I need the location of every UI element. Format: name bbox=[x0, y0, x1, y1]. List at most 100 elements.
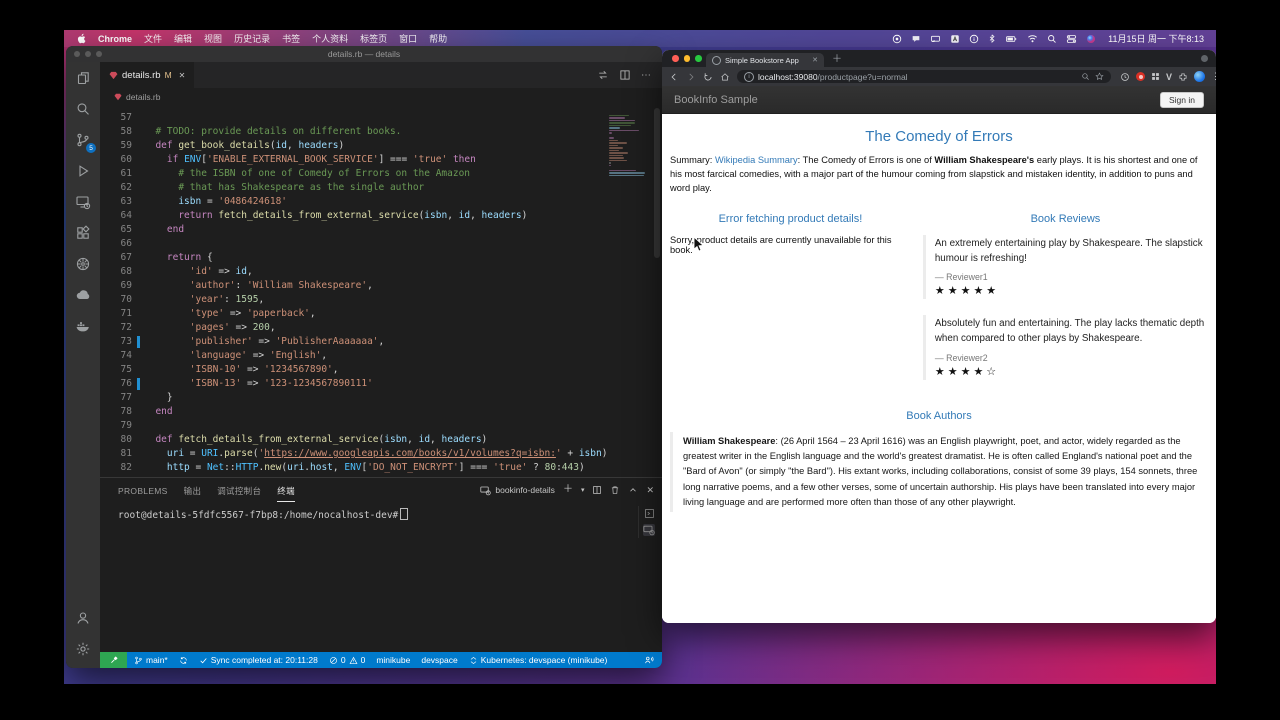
panel-tab[interactable]: 终端 bbox=[277, 479, 295, 502]
code-line[interactable]: 81 uri = URI.parse('https://www.googleap… bbox=[100, 447, 662, 461]
menubar-item[interactable]: 历史记录 bbox=[234, 32, 270, 45]
screen-mirroring-icon[interactable] bbox=[930, 34, 941, 44]
code-line[interactable]: 72 'pages' => 200, bbox=[100, 321, 662, 335]
forward-button[interactable] bbox=[686, 72, 696, 82]
close-window-button[interactable] bbox=[672, 55, 679, 62]
code-line[interactable]: 58 # TODO: provide details on different … bbox=[100, 125, 662, 139]
code-line[interactable]: 57 bbox=[100, 111, 662, 125]
kill-terminal-icon[interactable] bbox=[610, 485, 620, 495]
docker-icon[interactable] bbox=[66, 310, 100, 341]
terminal-content[interactable]: root@details-5fdfc5567-f7bp8:/home/nocal… bbox=[100, 502, 662, 652]
navbar-brand[interactable]: BookInfo Sample bbox=[674, 94, 758, 106]
code-line[interactable]: 65 end bbox=[100, 223, 662, 237]
new-terminal-icon[interactable]: ＋ bbox=[563, 485, 573, 495]
chrome-menu-icon[interactable]: ⋮ bbox=[1211, 71, 1216, 82]
compare-changes-icon[interactable] bbox=[597, 69, 609, 81]
run-debug-icon[interactable] bbox=[66, 155, 100, 186]
info-circle-icon[interactable] bbox=[969, 34, 979, 44]
wikipedia-link[interactable]: Wikipedia Summary bbox=[715, 155, 798, 165]
editor-scrollbar[interactable] bbox=[652, 106, 662, 477]
menubar-item[interactable]: 书签 bbox=[282, 32, 300, 45]
nocalhost-icon[interactable] bbox=[66, 279, 100, 310]
signin-button[interactable]: Sign in bbox=[1160, 91, 1204, 108]
code-line[interactable]: 59 def get_book_details(id, headers) bbox=[100, 139, 662, 153]
tab-close-icon[interactable]: ✕ bbox=[812, 56, 818, 64]
code-line[interactable]: 74 'language' => 'English', bbox=[100, 349, 662, 363]
code-line[interactable]: 77 } bbox=[100, 391, 662, 405]
code-line[interactable]: 75 'ISBN-10' => '1234567890', bbox=[100, 363, 662, 377]
code-line[interactable]: 67 return { bbox=[100, 251, 662, 265]
code-line[interactable]: 64 return fetch_details_from_external_se… bbox=[100, 209, 662, 223]
settings-gear-icon[interactable] bbox=[66, 633, 100, 664]
problems-status[interactable]: 0 0 bbox=[329, 655, 365, 665]
more-actions-icon[interactable]: ⋯ bbox=[641, 70, 652, 81]
terminal-tabs-view-icon[interactable] bbox=[643, 524, 655, 536]
remote-indicator[interactable] bbox=[100, 652, 127, 668]
wifi-icon[interactable] bbox=[1027, 34, 1038, 43]
code-line[interactable]: 69 'author': 'William Shakespeare', bbox=[100, 279, 662, 293]
menubar-item[interactable]: 文件 bbox=[144, 32, 162, 45]
input-source-icon[interactable] bbox=[950, 34, 960, 44]
vscode-titlebar[interactable]: details.rb — details bbox=[66, 46, 662, 62]
code-line[interactable]: 66 bbox=[100, 237, 662, 251]
breadcrumb[interactable]: details.rb bbox=[100, 88, 662, 106]
spotlight-icon[interactable] bbox=[1047, 34, 1057, 44]
reload-button[interactable] bbox=[703, 72, 713, 82]
code-line[interactable]: 71 'type' => 'paperback', bbox=[100, 307, 662, 321]
code-line[interactable]: 60 if ENV['ENABLE_EXTERNAL_BOOK_SERVICE'… bbox=[100, 153, 662, 167]
menubar-item[interactable]: 个人资料 bbox=[312, 32, 348, 45]
remote-explorer-icon[interactable] bbox=[66, 186, 100, 217]
kubernetes-icon[interactable] bbox=[66, 248, 100, 279]
tab-close-icon[interactable]: ✕ bbox=[179, 71, 186, 80]
code-line[interactable]: 80 def fetch_details_from_external_servi… bbox=[100, 433, 662, 447]
sync-changes-button[interactable] bbox=[179, 656, 188, 665]
close-panel-icon[interactable]: ✕ bbox=[646, 485, 654, 495]
explorer-icon[interactable] bbox=[66, 62, 100, 93]
feedback-icon[interactable] bbox=[644, 655, 654, 665]
editor-tab-details-rb[interactable]: details.rb M ✕ bbox=[100, 62, 195, 88]
menubar-item[interactable]: 编辑 bbox=[174, 32, 192, 45]
panel-tab[interactable]: PROBLEMS bbox=[118, 480, 168, 500]
split-editor-icon[interactable] bbox=[619, 69, 631, 81]
bluetooth-icon[interactable] bbox=[988, 33, 996, 44]
history-clock-icon[interactable] bbox=[1120, 72, 1130, 82]
browser-tab[interactable]: Simple Bookstore App ✕ bbox=[706, 53, 824, 67]
panel-tab[interactable]: 输出 bbox=[184, 479, 202, 501]
chat-icon[interactable] bbox=[911, 34, 921, 44]
code-line[interactable]: 78 end bbox=[100, 405, 662, 419]
menubar-item[interactable]: 标签页 bbox=[360, 32, 387, 45]
search-icon[interactable] bbox=[66, 93, 100, 124]
site-info-icon[interactable]: i bbox=[744, 71, 754, 82]
profile-avatar[interactable] bbox=[1194, 71, 1206, 82]
address-bar[interactable]: i localhost:39080/productpage?u=normal bbox=[737, 70, 1111, 83]
devspace-status[interactable]: devspace bbox=[421, 655, 457, 665]
git-branch-status[interactable]: main* bbox=[134, 655, 168, 665]
code-line[interactable]: 82 http = Net::HTTP.new(uri.host, ENV['D… bbox=[100, 461, 662, 475]
panel-tab[interactable]: 调试控制台 bbox=[217, 479, 261, 501]
extensions-puzzle-icon[interactable] bbox=[1178, 72, 1188, 82]
tab-search-icon[interactable] bbox=[1201, 55, 1208, 62]
code-line[interactable]: 79 bbox=[100, 419, 662, 433]
menubar-item[interactable]: 视图 bbox=[204, 32, 222, 45]
account-icon[interactable] bbox=[66, 602, 100, 633]
menubar-item[interactable]: 窗口 bbox=[399, 32, 417, 45]
extension-v-icon[interactable]: V bbox=[1166, 72, 1172, 82]
extension-grid-icon[interactable] bbox=[1151, 72, 1160, 81]
battery-icon[interactable] bbox=[1005, 34, 1018, 44]
zoom-window-button[interactable] bbox=[695, 55, 702, 62]
menubar-app-name[interactable]: Chrome bbox=[98, 34, 132, 44]
code-line[interactable]: 70 'year': 1595, bbox=[100, 293, 662, 307]
code-line[interactable]: 61 # the ISBN of one of Comedy of Errors… bbox=[100, 167, 662, 181]
minimize-window-button[interactable] bbox=[683, 55, 690, 62]
bookmark-star-icon[interactable] bbox=[1095, 72, 1104, 81]
code-line[interactable]: 63 isbn = '0486424618' bbox=[100, 195, 662, 209]
back-button[interactable] bbox=[669, 72, 679, 82]
extension-red-icon[interactable] bbox=[1136, 72, 1145, 81]
kubernetes-context-status[interactable]: Kubernetes: devspace (minikube) bbox=[469, 655, 607, 665]
zoom-icon[interactable] bbox=[1081, 72, 1090, 81]
minimap[interactable] bbox=[609, 112, 649, 176]
code-line[interactable]: 62 # that has Shakespeare as the single … bbox=[100, 181, 662, 195]
menubar-item[interactable]: 帮助 bbox=[429, 32, 447, 45]
menubar-clock[interactable]: 11月15日 周一 下午8:13 bbox=[1108, 32, 1204, 45]
apple-menu-icon[interactable] bbox=[76, 33, 86, 44]
